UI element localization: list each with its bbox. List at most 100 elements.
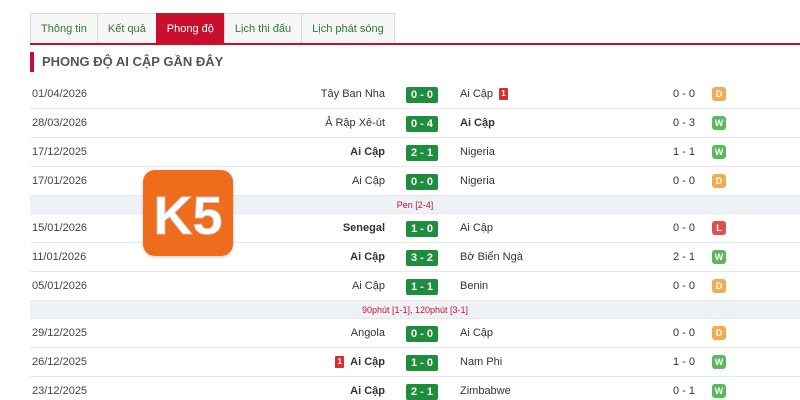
match-row: 29/12/2025 Angola 0 - 0 Ai Cập 0 - 0 D	[30, 319, 800, 348]
away-team[interactable]: Ai Cập	[460, 109, 495, 138]
home-team-name: Ai Cập	[350, 385, 385, 397]
home-team-name: Senegal	[342, 222, 385, 234]
home-team[interactable]: Tây Ban Nha	[321, 80, 385, 109]
halftime-score: 0 - 0	[673, 222, 696, 234]
tab-kết-quả[interactable]: Kết quả	[96, 13, 157, 44]
match-date: 28/03/2026	[32, 117, 88, 129]
home-team[interactable]: Ai Cập	[350, 138, 385, 167]
result-badge: W	[712, 145, 726, 159]
home-team[interactable]: Senegal	[343, 214, 385, 243]
away-team[interactable]: Nam Phi	[460, 348, 502, 377]
away-team-name: Nigeria	[460, 175, 495, 187]
match-score[interactable]: 1 - 0	[406, 355, 438, 371]
match-row: 28/03/2026 Ả Rập Xê-út 0 - 4 Ai Cập 0 - 3 W	[30, 109, 800, 138]
k5-logo: K5	[143, 170, 233, 256]
home-team-name: Ả Rập Xê-út	[325, 117, 385, 129]
match-row: 17/12/2025 Ai Cập 2 - 1 Nigeria 1 - 1 W	[30, 138, 800, 167]
match-date: 29/12/2025	[32, 327, 88, 339]
away-team[interactable]: Benin	[460, 272, 488, 301]
halftime-score: 2 - 1	[673, 251, 696, 263]
away-team-name: Nam Phi	[460, 356, 503, 368]
section-title: PHONG ĐỘ AI CẬP GẦN ĐÂY	[30, 52, 223, 72]
home-team-name: Angola	[350, 327, 385, 339]
away-team[interactable]: Ai Cập 1	[460, 80, 509, 109]
red-card-badge: 1	[335, 356, 345, 369]
away-team[interactable]: Bờ Biển Ngà	[460, 243, 523, 272]
halftime-score: 0 - 0	[673, 175, 696, 187]
tab-phong-độ[interactable]: Phong độ	[155, 13, 225, 44]
away-team[interactable]: Zimbabwe	[460, 377, 511, 400]
match-row: 01/04/2026 Tây Ban Nha 0 - 0 Ai Cập 1 0 - 0 D	[30, 80, 800, 109]
k5-logo-text: K5	[153, 186, 222, 246]
match-score[interactable]: 0 - 0	[406, 87, 438, 103]
home-team[interactable]: Ai Cập	[352, 272, 385, 301]
away-team[interactable]: Nigeria	[460, 138, 495, 167]
result-badge: D	[712, 174, 726, 188]
away-team[interactable]: Ai Cập	[460, 319, 493, 348]
match-score[interactable]: 0 - 0	[406, 174, 438, 190]
halftime-score: 0 - 0	[673, 280, 696, 292]
home-team-name: Ai Cập	[351, 280, 385, 292]
match-row: 05/01/2026 Ai Cập 1 - 1 Benin 0 - 0 D	[30, 272, 800, 301]
home-team-name: Tây Ban Nha	[320, 88, 385, 100]
tab-underline	[30, 43, 800, 45]
tab-bar: Thông tin Kết quả Phong độ Lịch thi đấu Lịch…	[30, 13, 395, 44]
home-team[interactable]: Ai Cập	[350, 243, 385, 272]
away-team[interactable]: Ai Cập	[460, 214, 493, 243]
match-date: 11/01/2026	[32, 251, 87, 263]
home-team-name: Ai Cập	[350, 356, 385, 368]
halftime-score: 0 - 3	[673, 117, 696, 129]
result-badge: L	[712, 221, 726, 235]
result-badge: D	[712, 326, 726, 340]
halftime-score: 0 - 1	[673, 385, 696, 397]
match-date: 26/12/2025	[32, 356, 88, 368]
match-date: 17/12/2025	[32, 146, 88, 158]
result-badge: W	[712, 116, 726, 130]
away-team-name: Bờ Biển Ngà	[460, 251, 523, 263]
home-team-name: Ai Cập	[350, 251, 385, 263]
home-team[interactable]: Ai Cập	[352, 167, 385, 196]
away-team-name: Ai Cập	[460, 222, 494, 234]
result-badge: W	[712, 355, 726, 369]
tab-thông-tin[interactable]: Thông tin	[30, 13, 98, 44]
away-team[interactable]: Nigeria	[460, 167, 495, 196]
away-team-name: Ai Cập	[460, 327, 494, 339]
match-score[interactable]: 2 - 1	[406, 145, 438, 161]
halftime-score: 0 - 0	[673, 88, 696, 100]
match-date: 15/01/2026	[32, 222, 88, 234]
k5-logo-mark: K5	[153, 186, 223, 247]
tab-lịch-thi-đấu[interactable]: Lịch thi đấu	[223, 13, 303, 44]
home-team-name: Ai Cập	[350, 146, 385, 158]
halftime-score: 1 - 0	[673, 356, 696, 368]
match-date: 05/01/2026	[32, 280, 88, 292]
home-team[interactable]: Ả Rập Xê-út	[325, 109, 385, 138]
match-score[interactable]: 1 - 0	[406, 221, 438, 237]
result-badge: W	[712, 250, 726, 264]
match-note: 90phút [1-1], 120phút [3-1]	[30, 301, 800, 319]
away-team-name: Ai Cập	[460, 117, 495, 129]
match-score[interactable]: 2 - 1	[406, 384, 438, 400]
result-badge: D	[712, 87, 726, 101]
match-date: 17/01/2026	[32, 175, 88, 187]
result-badge: D	[712, 279, 726, 293]
away-team-name: Benin	[460, 280, 489, 292]
home-team-name: Ai Cập	[351, 175, 385, 187]
match-score[interactable]: 3 - 2	[406, 250, 438, 266]
tab-lịch-phát-sóng[interactable]: Lịch phát sóng	[301, 13, 395, 44]
away-team-name: Zimbabwe	[460, 385, 511, 397]
match-row: 23/12/2025 Ai Cập 2 - 1 Zimbabwe 0 - 1 W	[30, 377, 800, 400]
red-card-badge: 1	[499, 88, 509, 101]
home-team[interactable]: 1 Ai Cập	[335, 348, 385, 377]
halftime-score: 1 - 1	[673, 146, 696, 158]
match-score[interactable]: 0 - 4	[406, 116, 438, 132]
halftime-score: 0 - 0	[673, 327, 696, 339]
result-badge: W	[712, 384, 726, 398]
away-team-name: Ai Cập	[460, 88, 494, 100]
match-score[interactable]: 0 - 0	[406, 326, 438, 342]
away-team-name: Nigeria	[460, 146, 495, 158]
match-date: 01/04/2026	[32, 88, 88, 100]
home-team[interactable]: Angola	[351, 319, 385, 348]
match-score[interactable]: 1 - 1	[406, 279, 438, 295]
match-row: 26/12/2025 1 Ai Cập 1 - 0 Nam Phi 1 - 0 W	[30, 348, 800, 377]
home-team[interactable]: Ai Cập	[350, 377, 385, 400]
